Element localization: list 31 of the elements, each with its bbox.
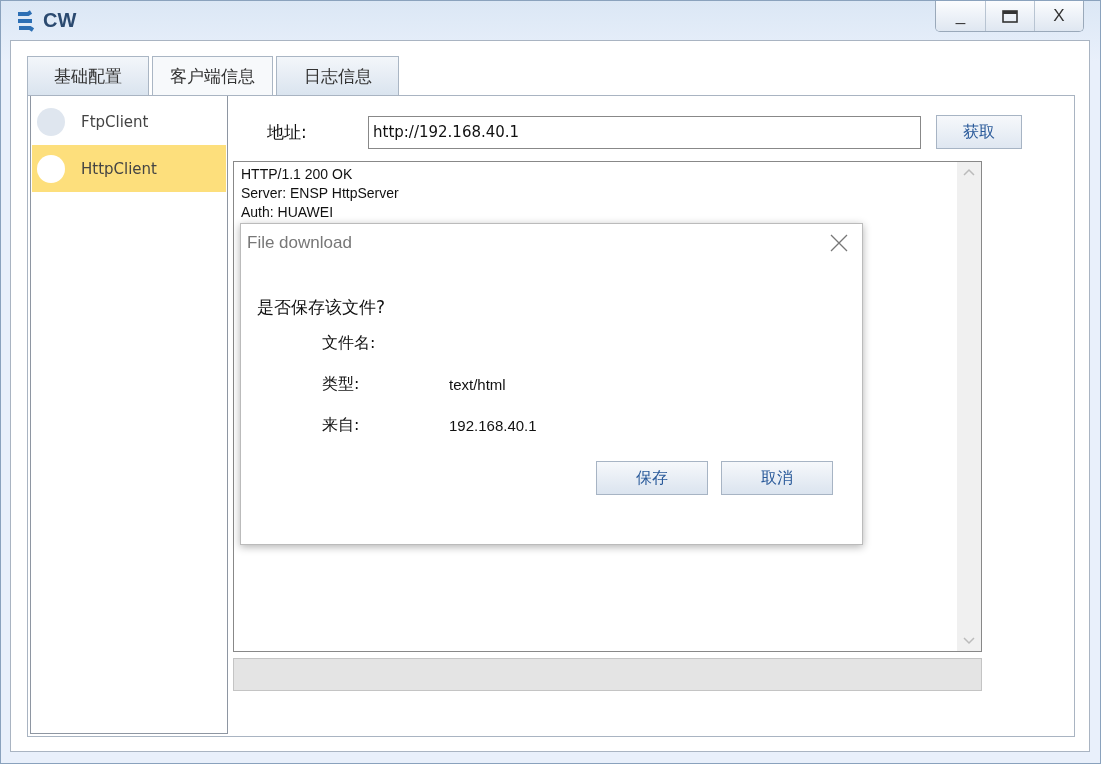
client-name: FtpClient <box>81 112 149 131</box>
address-field[interactable]: http://192.168.40.1 <box>368 115 921 149</box>
circle-icon <box>37 154 65 183</box>
app-logo-icon <box>15 9 37 32</box>
response-line: HTTP/1.1 200 OK <box>241 165 354 184</box>
dialog-button[interactable]: 保存 <box>596 461 708 495</box>
window-title: CW <box>43 9 77 32</box>
field-label: 来自: <box>322 414 361 436</box>
dialog-title: File download <box>247 233 352 253</box>
field-value: text/html <box>449 375 506 393</box>
tab[interactable]: 日志信息 <box>276 56 399 95</box>
close-button[interactable]: X <box>1034 1 1083 31</box>
minimize-button[interactable]: _ <box>936 1 985 31</box>
close-icon[interactable] <box>830 234 848 252</box>
field-value: 192.168.40.1 <box>449 416 537 434</box>
scrollbar[interactable] <box>957 162 981 651</box>
fetch-button[interactable]: 获取 <box>936 115 1022 149</box>
dialog-button[interactable]: 取消 <box>721 461 833 495</box>
address-label: 地址: <box>266 120 308 144</box>
maximize-button[interactable] <box>985 1 1034 31</box>
client-name: HttpClient <box>81 159 157 178</box>
tab[interactable]: 客户端信息 <box>152 56 273 95</box>
circle-icon <box>37 107 65 136</box>
response-line: Server: ENSP HttpServer <box>241 184 400 203</box>
maximize-icon <box>1002 9 1018 23</box>
tab[interactable]: 基础配置 <box>27 56 149 95</box>
field-label: 类型: <box>322 373 361 395</box>
dialog-question: 是否保存该文件? <box>257 296 387 319</box>
field-label: 文件名: <box>322 332 377 354</box>
response-line: Auth: HUAWEI <box>241 203 335 222</box>
client-item[interactable]: HttpClient <box>32 145 226 192</box>
